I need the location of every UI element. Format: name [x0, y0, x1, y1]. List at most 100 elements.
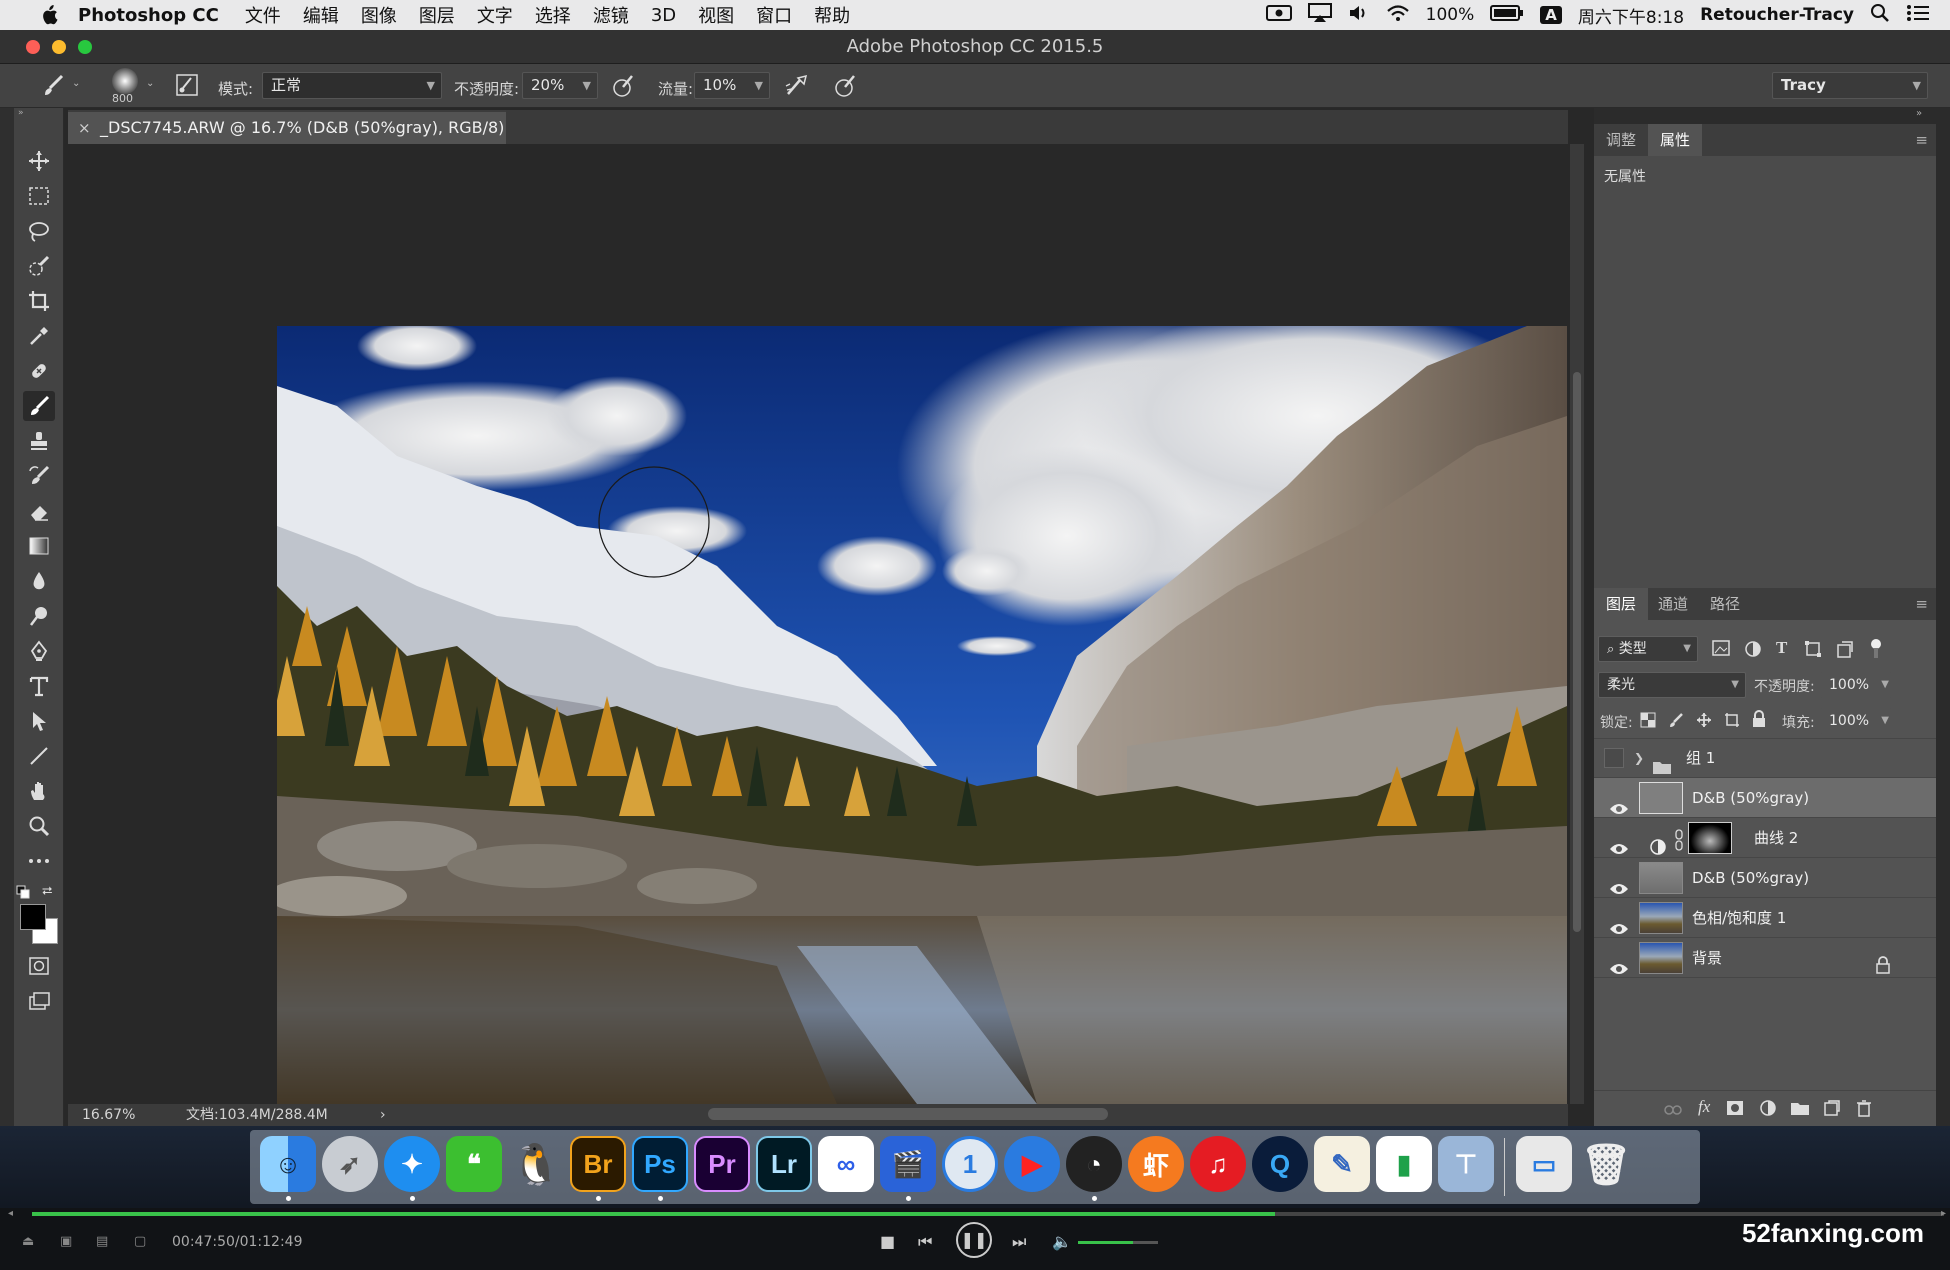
zoom-level[interactable]: 16.67%	[82, 1104, 135, 1126]
window-mode-icon[interactable]: ▣	[60, 1234, 72, 1249]
screen-record-icon[interactable]	[1265, 4, 1292, 27]
healing-brush-tool-icon[interactable]	[23, 356, 55, 386]
pen-tool-icon[interactable]	[23, 636, 55, 666]
visibility-toggle-empty[interactable]	[1604, 748, 1624, 768]
quick-selection-tool-icon[interactable]	[23, 251, 55, 281]
textedit-app-icon[interactable]: ✎	[1314, 1136, 1370, 1192]
spotlight-search-icon[interactable]	[1870, 3, 1890, 28]
obs-app-icon[interactable]: ◔	[1066, 1136, 1122, 1192]
panel-menu-icon[interactable]: ≡	[1915, 131, 1928, 149]
foreground-color-swatch[interactable]	[20, 904, 46, 930]
lasso-tool-icon[interactable]	[23, 216, 55, 246]
brush-preview-icon[interactable]	[112, 68, 138, 94]
eyedropper-tool-icon[interactable]	[23, 321, 55, 351]
tab-properties[interactable]: 属性	[1648, 124, 1703, 156]
panel-menu-icon[interactable]: ≡	[1915, 595, 1928, 613]
filter-toggle-icon[interactable]	[1870, 638, 1882, 660]
filter-shape-icon[interactable]	[1804, 640, 1822, 662]
layer-row-group-1[interactable]: ❯ 组 1	[1594, 738, 1936, 778]
playlist-icon[interactable]: ▤	[96, 1234, 108, 1249]
trash-icon[interactable]	[1856, 1099, 1872, 1121]
default-colors-icon[interactable]	[16, 884, 32, 903]
blur-tool-icon[interactable]	[23, 566, 55, 596]
preview-app-icon[interactable]: ▭	[1516, 1136, 1572, 1192]
chevron-down-icon[interactable]: ⌄	[146, 78, 154, 89]
launchpad-app-icon[interactable]: ➶	[322, 1136, 378, 1192]
apple-icon[interactable]	[40, 4, 60, 26]
pressure-size-icon[interactable]	[834, 74, 858, 102]
menu-image[interactable]: 图像	[361, 2, 397, 28]
premiere-app-icon[interactable]: Pr	[694, 1136, 750, 1192]
tab-layers[interactable]: 图层	[1594, 588, 1649, 620]
collapse-toolbar-icon[interactable]: »	[14, 108, 64, 122]
add-mask-icon[interactable]	[1726, 1100, 1744, 1120]
clock[interactable]: 周六下午8:18	[1578, 3, 1684, 28]
input-method-icon[interactable]: A	[1540, 6, 1562, 24]
zoom-tool-icon[interactable]	[23, 811, 55, 841]
safari-app-icon[interactable]: ✦	[384, 1136, 440, 1192]
tab-channels[interactable]: 通道	[1646, 588, 1700, 620]
brush-tool-icon[interactable]	[23, 391, 55, 421]
app-menu[interactable]: Photoshop CC	[78, 5, 219, 26]
document-tab[interactable]: × _DSC7745.ARW @ 16.7% (D&B (50%gray), R…	[68, 110, 506, 169]
collapse-panels-icon[interactable]: »	[1916, 108, 1922, 119]
close-window-button[interactable]	[26, 40, 40, 54]
path-selection-tool-icon[interactable]	[23, 706, 55, 736]
layer-mask-thumbnail[interactable]	[1688, 822, 1732, 854]
numbers-app-icon[interactable]: ▮	[1376, 1136, 1432, 1192]
playback-progress-bar[interactable]	[32, 1212, 1944, 1216]
lock-icon[interactable]	[1876, 949, 1890, 989]
quick-mask-icon[interactable]	[23, 951, 55, 981]
wechat-app-icon[interactable]: ❝	[446, 1136, 502, 1192]
vertical-scrollbar[interactable]	[1570, 144, 1584, 1104]
new-adjustment-layer-icon[interactable]	[1760, 1100, 1776, 1120]
subtitle-icon[interactable]: ▢	[134, 1234, 146, 1249]
menu-layer[interactable]: 图层	[419, 2, 455, 28]
tab-adjustments[interactable]: 调整	[1594, 124, 1648, 156]
layer-blend-mode-select[interactable]: 柔光 ▼	[1598, 672, 1746, 698]
volume-slider[interactable]	[1078, 1241, 1158, 1244]
workspace-switcher[interactable]: Tracy ▼	[1772, 72, 1928, 99]
photoshop-app-icon[interactable]: Ps	[632, 1136, 688, 1192]
hand-tool-icon[interactable]	[23, 776, 55, 806]
menu-file[interactable]: 文件	[245, 2, 281, 28]
document-canvas-image[interactable]	[277, 326, 1567, 1104]
movie-app-icon[interactable]: 🎬	[880, 1136, 936, 1192]
new-layer-icon[interactable]	[1824, 1100, 1840, 1120]
layer-row-curves-2[interactable]: 曲线 2	[1594, 818, 1936, 858]
stop-icon[interactable]: ■	[880, 1232, 895, 1251]
horizontal-scroll-thumb[interactable]	[708, 1108, 1108, 1120]
link-layers-icon[interactable]	[1664, 1101, 1682, 1120]
lock-transparent-icon[interactable]	[1640, 712, 1656, 732]
crop-tool-icon[interactable]	[23, 286, 55, 316]
quicktime-app-icon[interactable]: Q	[1252, 1136, 1308, 1192]
opacity-input[interactable]: 20% ▼	[522, 72, 598, 99]
tab-paths[interactable]: 路径	[1698, 588, 1752, 620]
volume-icon[interactable]	[1348, 4, 1370, 27]
menu-3d[interactable]: 3D	[651, 5, 676, 26]
menu-filter[interactable]: 滤镜	[593, 2, 629, 28]
filter-type-icon[interactable]: T	[1776, 638, 1787, 658]
lock-artboard-icon[interactable]	[1724, 712, 1740, 732]
user-name[interactable]: Retoucher-Tracy	[1700, 5, 1854, 25]
swap-colors-icon[interactable]: ⮂	[42, 884, 52, 899]
more-tools-icon[interactable]	[23, 846, 55, 876]
previous-icon[interactable]: ⏮	[918, 1232, 932, 1252]
finder-app-icon[interactable]: ☺	[260, 1136, 316, 1192]
blend-mode-select[interactable]: 正常 ▼	[262, 72, 442, 99]
layer-row-hue-saturation-1[interactable]: 色相/饱和度 1	[1594, 898, 1936, 938]
layer-row-db-50gray-selected[interactable]: D&B (50%gray)	[1594, 778, 1936, 818]
layer-filter-kind[interactable]: ⌕ 类型 ▼	[1598, 636, 1698, 662]
close-document-icon[interactable]: ×	[78, 112, 91, 144]
menu-type[interactable]: 文字	[477, 2, 513, 28]
pause-button[interactable]: ❚❚	[956, 1222, 992, 1258]
xiami-app-icon[interactable]: 虾	[1128, 1136, 1184, 1192]
marquee-tool-icon[interactable]	[23, 181, 55, 211]
wifi-icon[interactable]	[1386, 4, 1410, 27]
flow-input[interactable]: 10% ▼	[694, 72, 770, 99]
trash-app-icon[interactable]: 🗑	[1578, 1136, 1634, 1192]
volume-icon[interactable]: 🔈	[1052, 1232, 1072, 1251]
lock-pixels-icon[interactable]	[1668, 712, 1684, 732]
filter-pixel-icon[interactable]	[1712, 640, 1730, 660]
clone-stamp-tool-icon[interactable]	[23, 426, 55, 456]
